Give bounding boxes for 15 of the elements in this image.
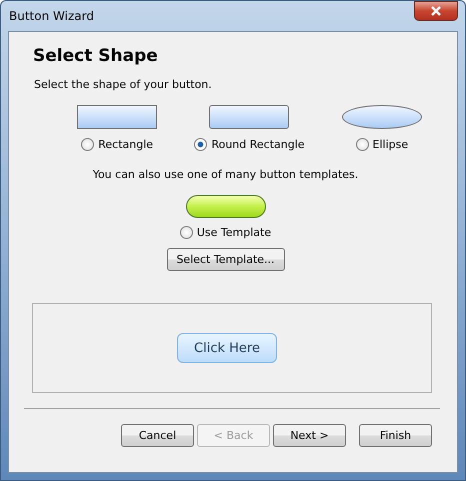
close-icon: [430, 6, 442, 16]
instruction-text: Select the shape of your button.: [34, 78, 213, 91]
wizard-button[interactable]: Cancel: [121, 424, 194, 447]
select-template-button[interactable]: Select Template...: [166, 248, 284, 271]
template-hint: You can also use one of many button templates.: [92, 168, 360, 181]
template-radio[interactable]: Use Template: [180, 226, 272, 239]
shape-radio[interactable]: Ellipse: [356, 138, 408, 151]
preview-button[interactable]: Click Here: [177, 333, 277, 363]
window-title: Button Wizard: [9, 9, 94, 23]
shape-radio[interactable]: Rectangle: [81, 138, 154, 151]
shape-radio[interactable]: Round Rectangle: [194, 138, 305, 151]
wizard-button[interactable]: Finish: [359, 424, 432, 447]
close-button[interactable]: [414, 1, 458, 21]
wizard-button[interactable]: Next >: [273, 424, 346, 447]
page-heading: Select Shape: [33, 46, 159, 66]
